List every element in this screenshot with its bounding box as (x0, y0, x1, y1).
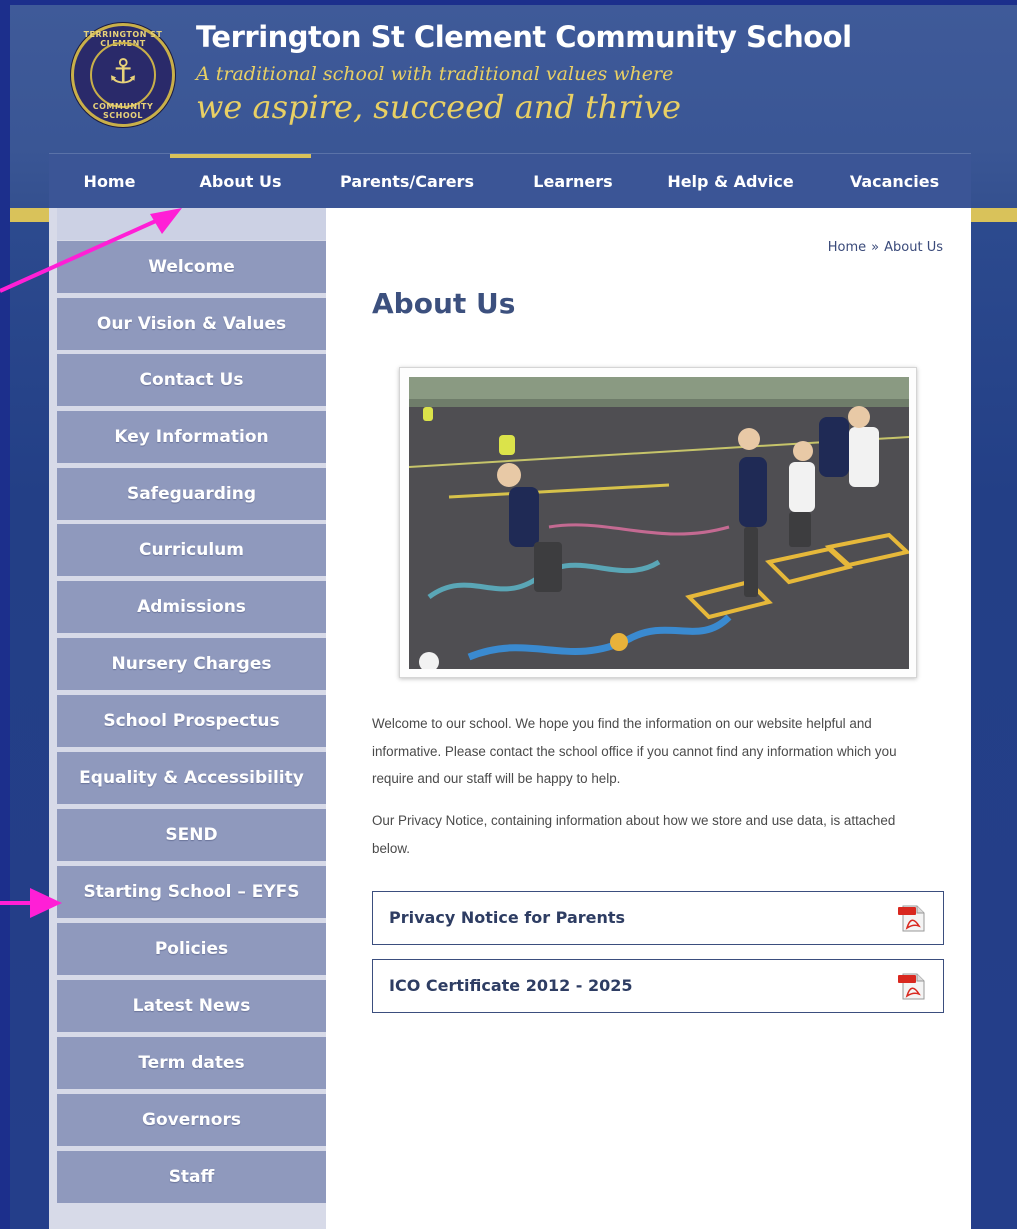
logo-ring-bottom-text: COMMUNITY SCHOOL (92, 102, 154, 120)
sidebar-item-curriculum[interactable]: Curriculum (57, 524, 326, 576)
tagline-line-2: we aspire, succeed and thrive (196, 88, 682, 126)
welcome-paragraph-line-3: require and our staff will be happy to h… (372, 771, 621, 786)
breadcrumb-home-link[interactable]: Home (828, 240, 866, 255)
privacy-paragraph-line-1: Our Privacy Notice, containing informati… (372, 813, 896, 828)
sidebar-item-contact-us[interactable]: Contact Us (57, 354, 326, 406)
sidebar-item-school-prospectus[interactable]: School Prospectus (57, 695, 326, 747)
anchor-icon: ⚓ (107, 52, 139, 92)
sidebar-item-term-dates[interactable]: Term dates (57, 1037, 326, 1089)
document-link-privacy-notice[interactable]: Privacy Notice for Parents (372, 891, 944, 945)
sidebar-top-strip (57, 208, 326, 240)
welcome-paragraph: Welcome to our school. We hope you find … (372, 710, 944, 793)
main-nav: Home About Us Parents/Carers Learners He… (49, 153, 971, 208)
breadcrumb-current: About Us (884, 240, 943, 255)
nav-parents-carers[interactable]: Parents/Carers (311, 154, 503, 209)
pdf-icon (898, 973, 925, 1000)
nav-learners[interactable]: Learners (503, 154, 643, 209)
playground-photo-frame (399, 367, 917, 678)
playground-photo (409, 377, 909, 669)
sidebar-item-nursery-charges[interactable]: Nursery Charges (57, 638, 326, 690)
sidebar-item-key-information[interactable]: Key Information (57, 411, 326, 463)
playground-photo-illustration (409, 377, 909, 669)
breadcrumb: Home » About Us (828, 240, 943, 255)
sidebar-item-staff[interactable]: Staff (57, 1151, 326, 1203)
document-link-label: ICO Certificate 2012 - 2025 (389, 976, 633, 995)
welcome-paragraph-line-2: informative. Please contact the school o… (372, 743, 897, 759)
page-title: About Us (372, 287, 516, 320)
sidebar-item-policies[interactable]: Policies (57, 923, 326, 975)
document-link-label: Privacy Notice for Parents (389, 908, 626, 927)
document-link-ico-certificate[interactable]: ICO Certificate 2012 - 2025 (372, 959, 944, 1013)
school-name: Terrington St Clement Community School (196, 20, 852, 54)
sidebar: Welcome Our Vision & Values Contact Us K… (49, 208, 326, 1229)
sidebar-item-admissions[interactable]: Admissions (57, 581, 326, 633)
privacy-paragraph-line-2: below. (372, 840, 410, 856)
pdf-icon (898, 905, 925, 932)
sidebar-item-welcome[interactable]: Welcome (57, 241, 326, 293)
sidebar-item-send[interactable]: SEND (57, 809, 326, 861)
sidebar-item-governors[interactable]: Governors (57, 1094, 326, 1146)
privacy-paragraph: Our Privacy Notice, containing informati… (372, 807, 944, 862)
tagline-line-1: A traditional school with traditional va… (196, 63, 674, 85)
nav-about-us[interactable]: About Us (170, 154, 311, 209)
sidebar-item-safeguarding[interactable]: Safeguarding (57, 468, 326, 520)
breadcrumb-separator: » (871, 240, 880, 255)
nav-vacancies[interactable]: Vacancies (818, 154, 971, 209)
welcome-paragraph-line-1: Welcome to our school. We hope you find … (372, 716, 872, 731)
school-logo[interactable]: TERRINGTON ST CLEMENT ⚓ COMMUNITY SCHOOL (71, 23, 175, 127)
nav-home[interactable]: Home (49, 154, 170, 209)
sidebar-item-starting-school-eyfs[interactable]: Starting School – EYFS (57, 866, 326, 918)
nav-help-advice[interactable]: Help & Advice (643, 154, 818, 209)
sidebar-item-latest-news[interactable]: Latest News (57, 980, 326, 1032)
sidebar-item-equality-accessibility[interactable]: Equality & Accessibility (57, 752, 326, 804)
sidebar-item-vision-values[interactable]: Our Vision & Values (57, 298, 326, 350)
